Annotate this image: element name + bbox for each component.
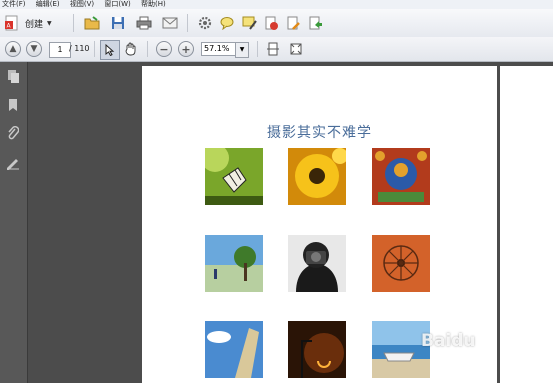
sky-rock-photo — [205, 321, 263, 378]
spiral-ornament-photo — [372, 235, 430, 292]
eclipse-street-lamp-photo — [288, 321, 346, 378]
pages-icon — [7, 70, 19, 83]
arrow-down-icon: ▼ — [26, 41, 42, 57]
create-button[interactable]: A 创建 ▼ — [4, 14, 52, 32]
signature-pen-icon — [7, 158, 19, 170]
zoom-level-input[interactable]: 57.1% — [201, 42, 237, 56]
create-pdf-icon: A — [5, 15, 18, 31]
toolbar-divider — [73, 14, 74, 32]
document-sign-icon — [287, 16, 300, 30]
previous-page-button[interactable]: ▲ — [5, 41, 21, 57]
photographer-photo — [288, 235, 346, 292]
signatures-panel-button[interactable] — [5, 155, 21, 171]
menu-window[interactable]: 窗口(W) — [104, 0, 130, 8]
document-export-icon — [309, 16, 322, 29]
menu-edit[interactable]: 编辑(E) — [36, 0, 60, 8]
main-toolbar: A 创建 ▼ — [0, 9, 553, 38]
attachments-panel-button[interactable] — [5, 125, 21, 141]
watermark-subtitle: 经验 — [466, 353, 482, 362]
full-screen-button[interactable] — [288, 41, 304, 57]
bookmarks-panel-button[interactable] — [5, 97, 21, 113]
folder-icon — [84, 16, 100, 30]
pages-panel-button[interactable] — [5, 68, 21, 84]
paperclip-icon — [8, 126, 19, 140]
document-stop-icon — [265, 16, 278, 30]
bookmark-icon — [9, 99, 17, 111]
create-label: 创建 — [25, 19, 44, 30]
tree-landscape-photo — [205, 235, 263, 292]
hand-icon — [125, 42, 136, 56]
open-button[interactable] — [83, 15, 101, 31]
select-tool-button[interactable] — [100, 40, 120, 60]
email-button[interactable] — [161, 15, 179, 31]
sunflower-photo — [288, 148, 346, 205]
gear-icon — [198, 16, 212, 30]
save-button[interactable] — [109, 15, 127, 31]
secure-button[interactable] — [263, 15, 279, 31]
sign-button[interactable] — [285, 15, 301, 31]
hand-tool-button[interactable] — [123, 41, 139, 57]
menu-file[interactable]: 文件(F) — [2, 0, 26, 8]
export-button[interactable] — [307, 15, 323, 31]
plus-icon: + — [178, 41, 194, 57]
envelope-icon — [162, 17, 178, 29]
floppy-disk-icon — [112, 17, 124, 29]
baidu-logo-watermark: Baidu — [421, 331, 476, 351]
comment-button[interactable] — [219, 15, 235, 31]
next-page-button[interactable]: ▼ — [26, 41, 42, 57]
next-document-page — [500, 66, 553, 383]
fit-page-icon — [267, 42, 279, 56]
zoom-in-button[interactable]: + — [178, 41, 194, 57]
cursor-arrow-icon — [105, 44, 115, 56]
minus-icon: − — [156, 41, 172, 57]
fit-width-button[interactable] — [265, 41, 281, 57]
menu-view[interactable]: 视图(V) — [70, 0, 94, 8]
arrow-up-icon: ▲ — [5, 41, 21, 57]
toolbar-divider — [94, 41, 95, 57]
speech-bubble-icon — [220, 17, 234, 30]
page-count: / 110 — [69, 44, 90, 53]
print-button[interactable] — [135, 15, 153, 31]
zoom-out-button[interactable]: − — [156, 41, 172, 57]
toolbar-divider — [147, 41, 148, 57]
zoom-dropdown-button[interactable]: ▼ — [235, 42, 249, 58]
toolbar-divider — [187, 14, 188, 32]
highlight-comment-icon — [242, 16, 257, 30]
menu-bar: 文件(F) 编辑(E) 视图(V) 窗口(W) 帮助(H) — [0, 0, 553, 9]
settings-button[interactable] — [197, 15, 213, 31]
butterfly-photo — [205, 148, 263, 205]
thangka-painting-photo — [372, 148, 430, 205]
chevron-down-icon: ▼ — [47, 19, 52, 27]
printer-icon — [136, 16, 152, 30]
highlight-button[interactable] — [241, 15, 257, 31]
menu-help[interactable]: 帮助(H) — [141, 0, 166, 8]
document-title: 摄影其实不难学 — [267, 125, 372, 141]
page-number-input[interactable] — [49, 42, 71, 58]
chevron-down-icon: ▼ — [239, 46, 245, 53]
expand-icon — [290, 43, 302, 55]
navigation-pane — [0, 62, 28, 383]
toolbar-divider — [257, 41, 258, 57]
